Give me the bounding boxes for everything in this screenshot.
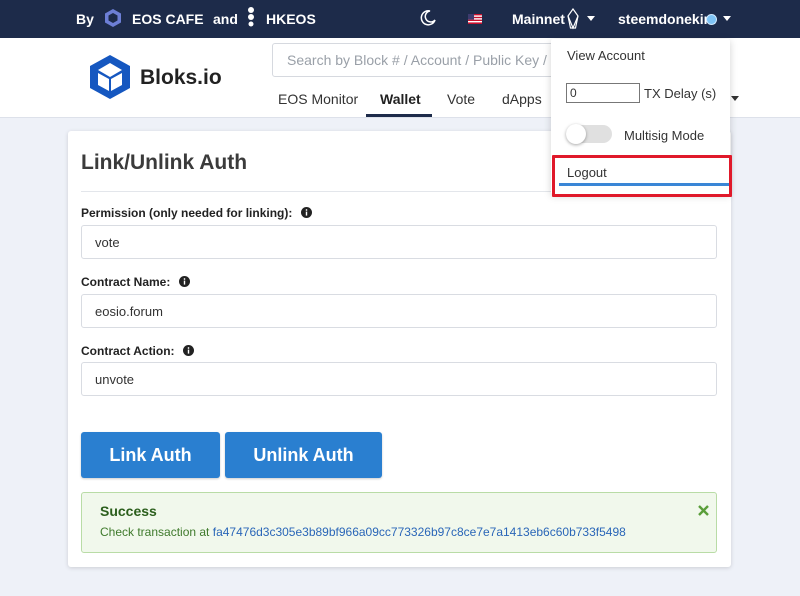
success-alert: Success Check transaction at fa47476d3c3… bbox=[81, 492, 717, 553]
eos-cafe-logo-icon bbox=[105, 9, 121, 27]
contract-name-label: Contract Name: bbox=[81, 275, 190, 289]
chevron-down-icon[interactable] bbox=[587, 16, 595, 21]
tx-delay-label: TX Delay (s) bbox=[644, 86, 717, 101]
brand-name[interactable]: Bloks.io bbox=[140, 66, 222, 90]
hkeos-logo-icon bbox=[248, 7, 254, 27]
info-icon[interactable] bbox=[178, 276, 190, 287]
contract-action-input[interactable] bbox=[81, 362, 717, 396]
permission-label: Permission (only needed for linking): bbox=[81, 206, 312, 220]
hkeos-link[interactable]: HKEOS bbox=[266, 11, 316, 27]
active-tab-indicator bbox=[366, 114, 432, 117]
search-input[interactable] bbox=[272, 43, 562, 77]
multisig-label: Multisig Mode bbox=[624, 128, 705, 143]
info-icon[interactable] bbox=[300, 207, 312, 218]
network-selector[interactable]: Mainnet bbox=[512, 11, 565, 27]
account-menu-button[interactable]: steemdonekim bbox=[618, 11, 716, 27]
moon-icon[interactable] bbox=[420, 10, 436, 26]
tx-delay-input[interactable] bbox=[566, 83, 640, 103]
logout-highlight-box bbox=[552, 155, 732, 197]
view-account-menu-item[interactable]: View Account bbox=[567, 48, 645, 63]
page-title: Link/Unlink Auth bbox=[81, 151, 248, 174]
info-icon[interactable] bbox=[182, 345, 194, 356]
top-bar: By EOS CAFE and HKEOS Mainnet steemdonek… bbox=[0, 0, 800, 38]
eos-cafe-link[interactable]: EOS CAFE bbox=[132, 11, 204, 27]
multisig-toggle[interactable] bbox=[566, 124, 612, 144]
unlink-auth-button[interactable]: Unlink Auth bbox=[225, 432, 382, 478]
bloks-logo-icon[interactable] bbox=[88, 53, 132, 101]
close-icon[interactable] bbox=[698, 505, 709, 516]
nav-eos-monitor[interactable]: EOS Monitor bbox=[278, 91, 358, 107]
chevron-down-icon[interactable] bbox=[723, 16, 731, 21]
eos-logo-icon bbox=[567, 8, 579, 30]
contract-name-input[interactable] bbox=[81, 294, 717, 328]
nav-wallet[interactable]: Wallet bbox=[380, 91, 421, 107]
nav-vote[interactable]: Vote bbox=[447, 91, 475, 107]
alert-message: Check transaction at fa47476d3c305e3b89b… bbox=[100, 525, 626, 539]
link-auth-button[interactable]: Link Auth bbox=[81, 432, 220, 478]
nav-dapps[interactable]: dApps bbox=[502, 91, 542, 107]
contract-action-label: Contract Action: bbox=[81, 344, 194, 358]
by-label: By bbox=[76, 11, 94, 27]
chevron-down-icon[interactable] bbox=[731, 96, 739, 101]
alert-title: Success bbox=[100, 503, 157, 519]
toggle-knob bbox=[566, 124, 586, 144]
and-label: and bbox=[213, 11, 238, 27]
transaction-link[interactable]: fa47476d3c305e3b89bf966a09cc773326b97c8c… bbox=[213, 525, 626, 539]
us-flag-icon[interactable] bbox=[468, 14, 482, 24]
account-status-icon bbox=[706, 14, 717, 25]
permission-input[interactable] bbox=[81, 225, 717, 259]
